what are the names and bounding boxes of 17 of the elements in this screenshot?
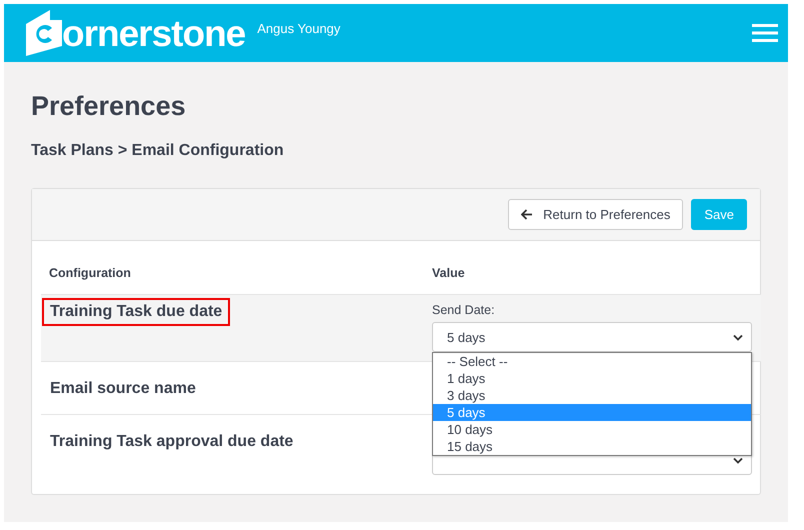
return-button[interactable]: Return to Preferences <box>508 199 684 230</box>
setting-label: Training Task approval due date <box>49 432 294 452</box>
column-header: Configuration <box>41 251 424 294</box>
dropdown-option[interactable]: 3 days <box>433 387 751 404</box>
dropdown-option[interactable]: 15 days <box>433 438 751 455</box>
setting-label: Email source name <box>49 379 197 399</box>
breadcrumb: Task Plans > Email Configuration <box>31 142 284 160</box>
dropdown-option[interactable]: 1 days <box>433 370 751 387</box>
dropdown-option[interactable]: -- Select -- <box>433 353 751 370</box>
setting-label: Training Task due date <box>42 298 230 326</box>
dropdown-option[interactable]: 10 days <box>433 421 751 438</box>
user-name: Angus Youngy <box>257 20 340 36</box>
logo-text: ornerstone <box>62 14 246 52</box>
field-label: Send Date: <box>432 303 496 317</box>
select-field[interactable]: 5 days <box>432 322 752 352</box>
page-title: Preferences <box>31 90 187 122</box>
column-header: Value <box>424 251 761 294</box>
